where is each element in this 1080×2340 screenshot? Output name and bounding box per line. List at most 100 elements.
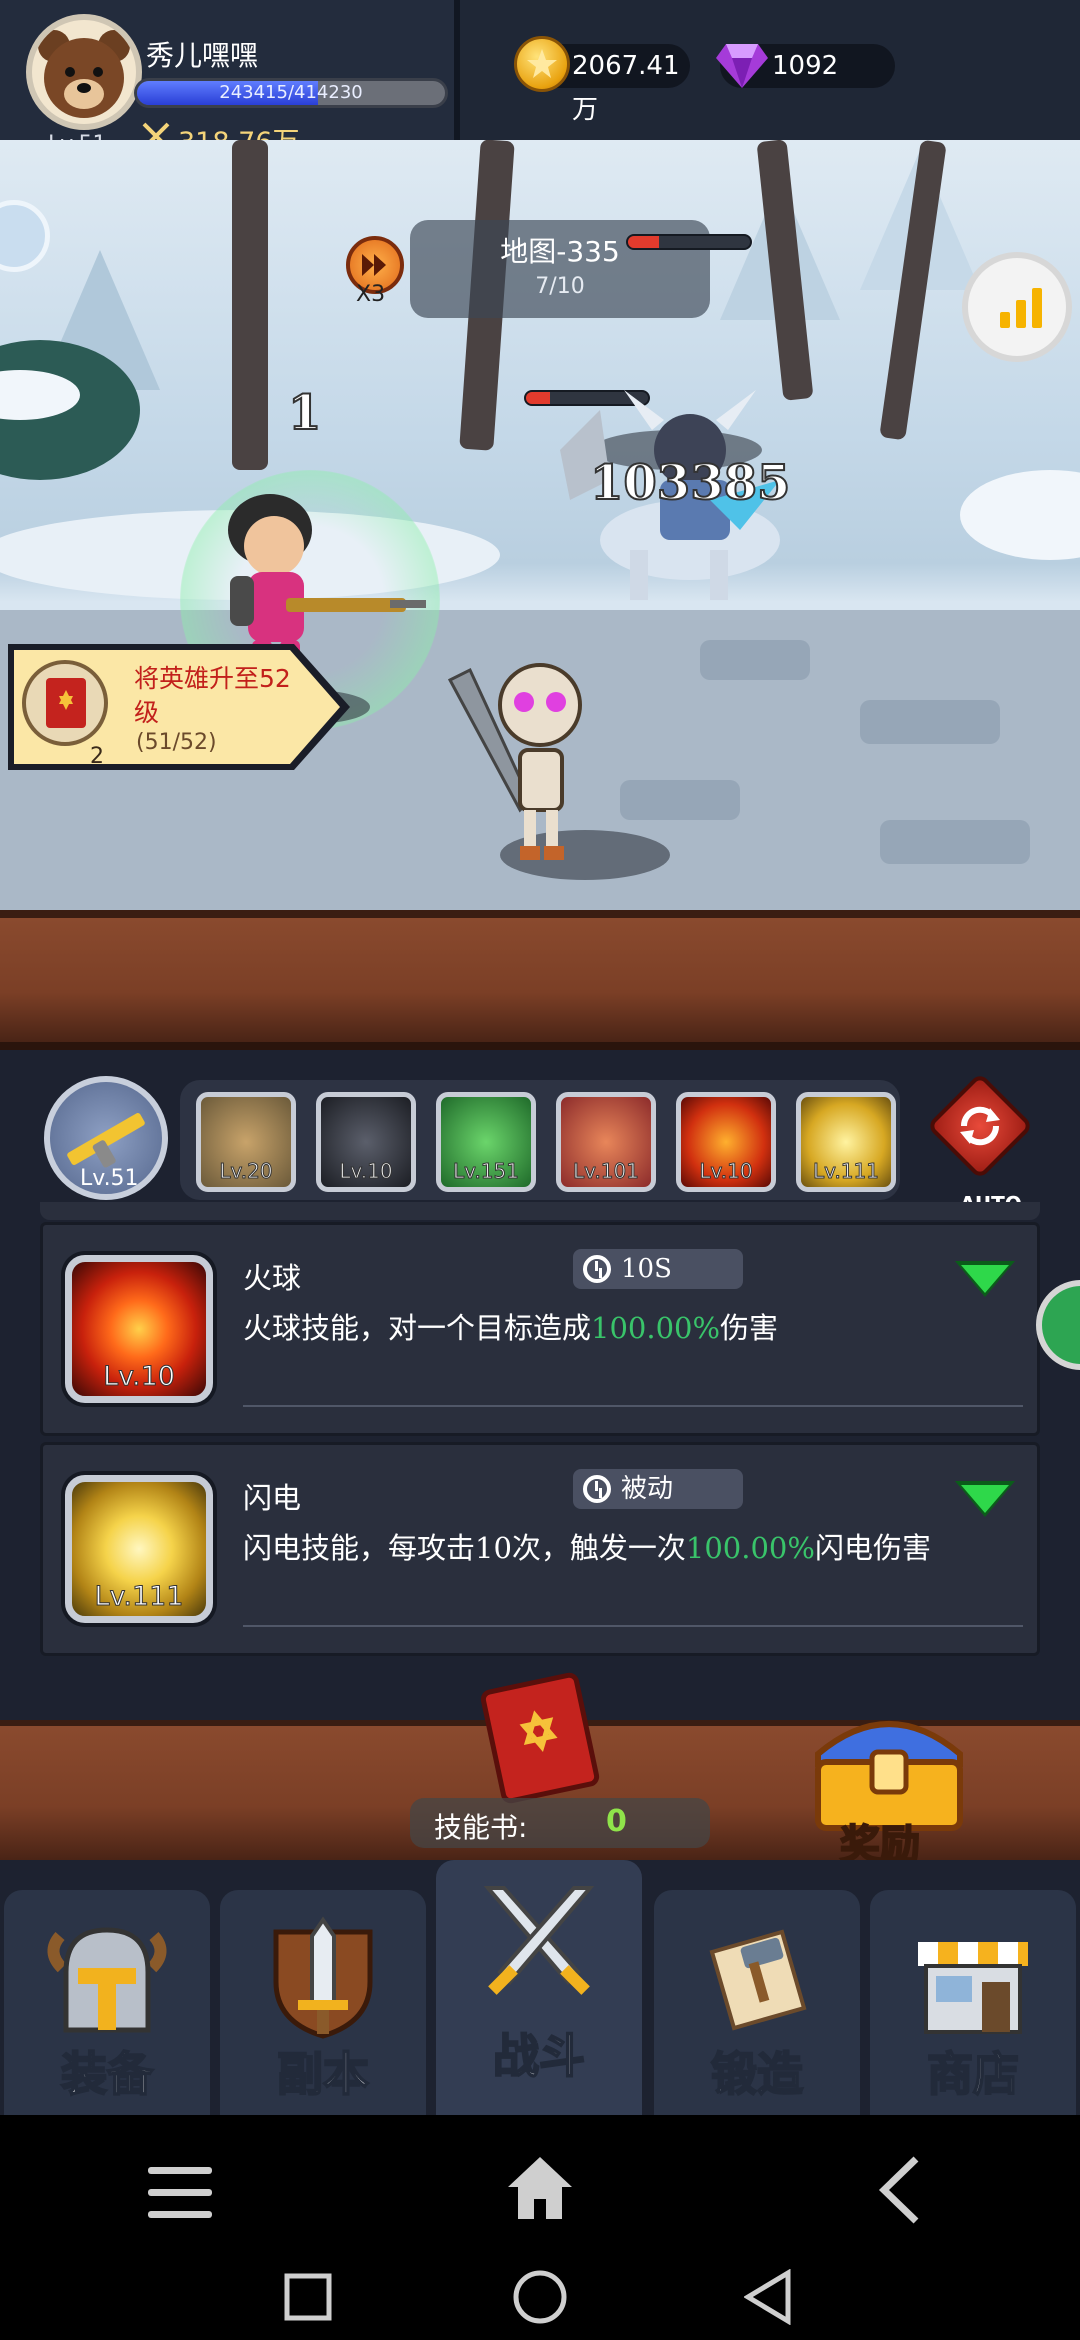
lightning-skill-icon: Lv.111 <box>65 1475 213 1623</box>
exp-bar: 243415/414230 <box>134 78 448 108</box>
nav-battle[interactable]: 战斗 <box>436 1860 642 2115</box>
map-progress: 7/10 <box>535 274 585 299</box>
bottom-nav: 装备 副本 战斗 锻造 商店 <box>0 1860 1080 2115</box>
skill-description: 火球技能，对一个目标造成100.00%伤害 <box>243 1305 1013 1347</box>
cooldown-text: 被动 <box>621 1474 674 1504</box>
ground-stone <box>700 640 810 680</box>
sword-shield-icon <box>273 1916 373 2039</box>
stats-button[interactable] <box>962 252 1072 362</box>
rage-skill-slot[interactable]: Lv.101 <box>556 1092 656 1192</box>
nav-label: 战斗 <box>492 2028 586 2084</box>
snow-mound <box>960 470 1080 560</box>
slot-level: Lv.101 <box>573 1159 640 1184</box>
shop-icon <box>918 1942 1028 2034</box>
skill-name: 闪电 <box>243 1481 302 1515</box>
fireball-skill-slot[interactable]: Lv.10 <box>676 1092 776 1192</box>
coin-icon <box>514 36 570 92</box>
helmet-icon <box>47 1927 167 2033</box>
back-triangle-icon[interactable] <box>744 2269 794 2325</box>
slot-level: Lv.111 <box>813 1159 880 1184</box>
back-chevron-icon[interactable] <box>876 2155 920 2225</box>
fireball-skill-icon: Lv.10 <box>65 1255 213 1403</box>
clock-icon <box>583 1475 611 1503</box>
skill-panel: Lv.51 Lv.20 Lv.10 Lv.151 Lv.101 Lv.10 Lv… <box>0 1050 1080 1720</box>
skill-book-label: 技能书: <box>434 1811 528 1844</box>
boss-hp-bar <box>626 234 752 250</box>
scroll-hammer-icon <box>709 1929 807 2031</box>
slot-level: Lv.10 <box>699 1159 753 1184</box>
skill-description: 闪电技能，每攻击10次，触发一次100.00%闪电伤害 <box>243 1525 1013 1567</box>
quest-count: 2 <box>90 744 104 769</box>
bear-avatar-icon[interactable] <box>26 14 142 130</box>
card-divider <box>243 1625 1023 1627</box>
combo-number: 1 <box>287 384 322 442</box>
bomb-skill-slot[interactable]: Lv.10 <box>316 1092 416 1192</box>
gem-icon <box>716 44 768 88</box>
player-name: 秀儿嘿嘿 <box>146 39 259 72</box>
skill-card-fireball[interactable]: Lv.10 火球 10S 火球技能，对一个目标造成100.00%伤害 <box>40 1222 1040 1436</box>
skill-cooldown: 被动 <box>573 1469 743 1509</box>
shield-skill-slot[interactable]: Lv.151 <box>436 1092 536 1192</box>
damage-number: 103385 <box>589 454 791 512</box>
nav-label: 锻造 <box>710 2046 804 2102</box>
weapon-level: Lv.51 <box>80 1166 139 1191</box>
recents-icon[interactable] <box>284 2273 332 2321</box>
quest-progress: (51/52) <box>136 730 217 755</box>
gem-amount: 1092 <box>772 51 839 81</box>
boss-hp-fill <box>628 236 659 248</box>
nav-label: 副本 <box>276 2046 370 2102</box>
desc-highlight: 100.00% <box>591 1311 721 1345</box>
home-icon[interactable] <box>508 2155 572 2221</box>
skill-name: 火球 <box>243 1261 302 1295</box>
menu-icon[interactable] <box>148 2163 212 2223</box>
nav-equipment[interactable]: 装备 <box>4 1890 210 2115</box>
home-circle-icon[interactable] <box>512 2269 568 2325</box>
skill-list-top-edge <box>40 1202 1040 1220</box>
skeleton-enemy <box>447 663 582 860</box>
desc-text: 火球技能，对一个目标造成 <box>243 1311 592 1345</box>
desc-text: 伤害 <box>720 1311 779 1345</box>
skill-book-quest-icon <box>22 660 108 746</box>
skill-book-counter: 技能书: 0 <box>410 1798 710 1848</box>
exp-text: 243415/414230 <box>219 82 363 103</box>
skill-book-count: 0 <box>606 1804 627 1839</box>
quest-title: 将英雄升至52级 <box>134 664 291 727</box>
equipped-skills: Lv.20 Lv.10 Lv.151 Lv.101 Lv.10 Lv.111 <box>180 1080 900 1200</box>
card-divider <box>243 1405 1023 1407</box>
slot-level: Lv.20 <box>219 1159 273 1184</box>
bar-chart-icon <box>1000 288 1042 328</box>
nav-shop[interactable]: 商店 <box>870 1890 1076 2115</box>
slot-level: Lv.151 <box>453 1159 520 1184</box>
skill-level: Lv.10 <box>103 1361 176 1393</box>
lightning-skill-slot[interactable]: Lv.111 <box>796 1092 896 1192</box>
battle-scene[interactable]: X3 地图-335 7/10 1 103385 2 将英雄升至52级 (51/5… <box>0 140 1080 910</box>
skill-bar: Lv.51 Lv.20 Lv.10 Lv.151 Lv.101 Lv.10 Lv… <box>30 1066 1050 1216</box>
speed-label: X3 <box>356 282 386 307</box>
desc-text: 闪电技能，每攻击10次，触发一次 <box>243 1531 686 1565</box>
skill-level: Lv.111 <box>94 1581 184 1613</box>
ground-stone <box>880 820 1030 864</box>
skill-card-lightning[interactable]: Lv.111 闪电 被动 闪电技能，每攻击10次，触发一次100.00%闪电伤害 <box>40 1442 1040 1656</box>
game-screen: Lv.51 秀儿嘿嘿 243415/414230 318.76万 2067.41… <box>0 0 1080 2340</box>
nav-label: 商店 <box>926 2046 1020 2102</box>
tree-trunk <box>232 140 268 470</box>
nav-dungeon[interactable]: 副本 <box>220 1890 426 2115</box>
sandbag-skill-slot[interactable]: Lv.20 <box>196 1092 296 1192</box>
android-system-bar <box>0 2115 1080 2340</box>
auto-button[interactable] <box>926 1072 1034 1180</box>
cooldown-text: 10S <box>621 1254 672 1284</box>
ground-stone <box>860 700 1000 744</box>
expand-arrow-icon[interactable] <box>961 1485 1009 1513</box>
clock-icon <box>583 1255 611 1283</box>
quest-banner[interactable]: 2 将英雄升至52级 (51/52) <box>4 640 354 774</box>
crossed-swords-icon <box>483 1886 595 1995</box>
slot-level: Lv.10 <box>339 1159 393 1184</box>
expand-arrow-icon[interactable] <box>961 1265 1009 1293</box>
skill-cooldown: 10S <box>573 1249 743 1289</box>
chat-bubble-button[interactable] <box>1036 1280 1080 1370</box>
desc-text: 闪电伤害 <box>814 1531 931 1565</box>
wood-divider <box>0 910 1080 1050</box>
desc-highlight: 100.00% <box>685 1531 815 1565</box>
nav-forge[interactable]: 锻造 <box>654 1890 860 2115</box>
nav-label: 装备 <box>60 2046 154 2102</box>
